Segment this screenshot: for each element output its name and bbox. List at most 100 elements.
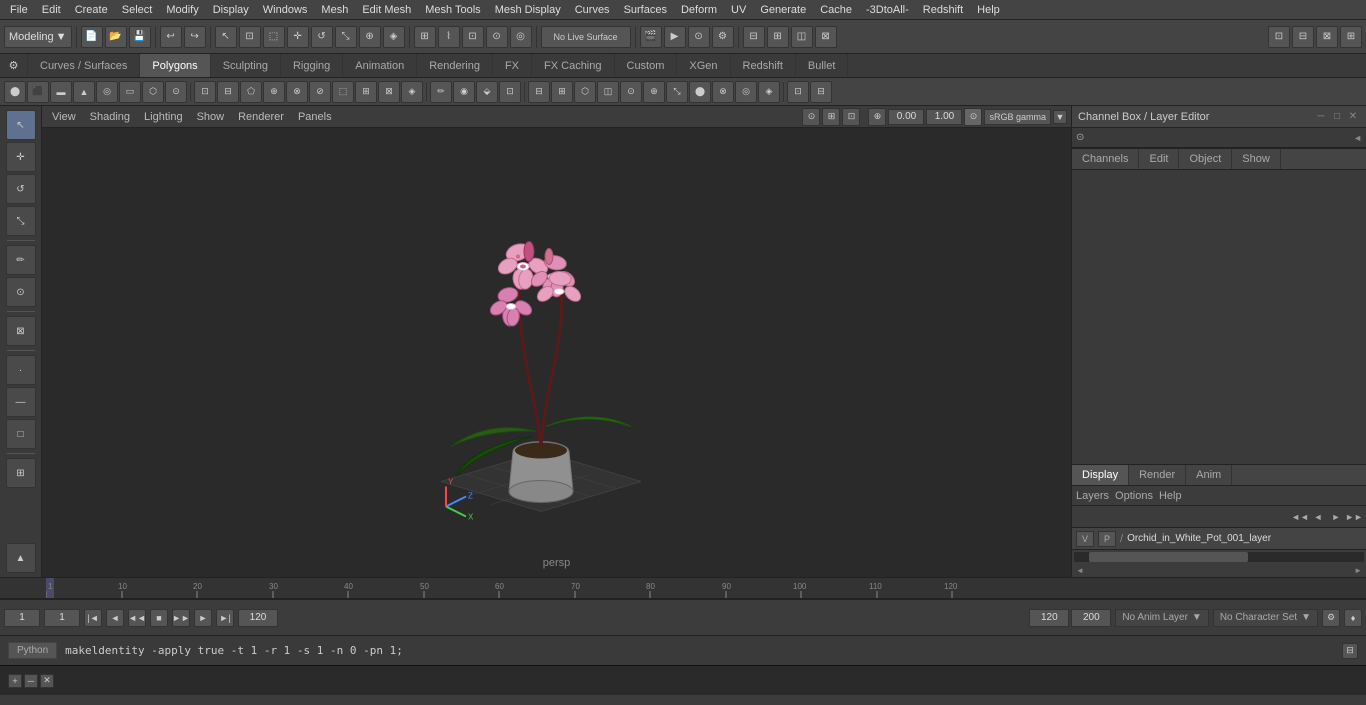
menu-surfaces[interactable]: Surfaces: [618, 3, 673, 17]
wire-btn[interactable]: ◫: [597, 81, 619, 103]
menu-deform[interactable]: Deform: [675, 3, 723, 17]
edge-mode-btn[interactable]: —: [6, 387, 36, 417]
merge-btn[interactable]: ⊕: [263, 81, 285, 103]
face-mode-btn[interactable]: □: [6, 419, 36, 449]
exposure-input[interactable]: [926, 109, 962, 125]
layer-back-btn[interactable]: ◄: [1310, 509, 1326, 525]
tab-curves-surfaces[interactable]: Curves / Surfaces: [28, 54, 140, 77]
display-tab-render[interactable]: Render: [1129, 465, 1186, 485]
snap-tool-btn[interactable]: ⊙: [6, 277, 36, 307]
bridge-btn[interactable]: ⊟: [217, 81, 239, 103]
viewport-canvas[interactable]: Z X Y persp: [42, 128, 1071, 577]
menu-mesh[interactable]: Mesh: [315, 3, 354, 17]
poly-plane-btn[interactable]: ▭: [119, 81, 141, 103]
win-min-btn[interactable]: ─: [24, 674, 38, 688]
menu-select[interactable]: Select: [116, 3, 159, 17]
menu-file[interactable]: File: [4, 3, 34, 17]
combine-btn[interactable]: ◈: [401, 81, 423, 103]
vp-shading-menu[interactable]: Shading: [84, 110, 136, 124]
editor-btn[interactable]: ⊠: [815, 26, 837, 48]
menu-3dtaoll[interactable]: -3DtoAll-: [860, 3, 915, 17]
poly-cone-btn[interactable]: ▲: [73, 81, 95, 103]
poly-cube-btn[interactable]: ⬛: [27, 81, 49, 103]
rotate-mode-btn[interactable]: ↺: [6, 174, 36, 204]
menu-display[interactable]: Display: [207, 3, 255, 17]
menu-modify[interactable]: Modify: [160, 3, 204, 17]
tab-polygons[interactable]: Polygons: [140, 54, 210, 77]
channel-tab-show[interactable]: Show: [1232, 149, 1281, 169]
soft-mod-btn[interactable]: ◈: [383, 26, 405, 48]
poly-sphere-btn[interactable]: ⬤: [4, 81, 26, 103]
poly-special-btn[interactable]: ⬡: [142, 81, 164, 103]
display-tab-anim[interactable]: Anim: [1186, 465, 1232, 485]
tab-fx-caching[interactable]: FX Caching: [532, 54, 614, 77]
frame-start-input[interactable]: [44, 609, 80, 627]
vp-lighting-menu[interactable]: Lighting: [138, 110, 189, 124]
character-btn[interactable]: ♦: [1344, 609, 1362, 627]
menu-curves[interactable]: Curves: [569, 3, 616, 17]
layer-v-btn[interactable]: V: [1076, 531, 1094, 547]
ipr-btn[interactable]: ⊙: [688, 26, 710, 48]
duplicate-face-btn[interactable]: ⬚: [332, 81, 354, 103]
display-tab-display[interactable]: Display: [1072, 465, 1129, 485]
channel-tab-edit[interactable]: Edit: [1139, 149, 1179, 169]
snap-point-btn[interactable]: ⊡: [462, 26, 484, 48]
play-fwd-btn[interactable]: ►►: [172, 609, 190, 627]
tab-xgen[interactable]: XGen: [677, 54, 730, 77]
nonlinear-btn[interactable]: ⤡: [666, 81, 688, 103]
vertex-mode-btn[interactable]: ·: [6, 355, 36, 385]
workspace-btn[interactable]: ◫: [791, 26, 813, 48]
anim-range-input[interactable]: [1029, 609, 1069, 627]
extract-btn[interactable]: ⊞: [355, 81, 377, 103]
menu-create[interactable]: Create: [69, 3, 114, 17]
play-back-btn[interactable]: ◄◄: [128, 609, 146, 627]
paint-select-btn[interactable]: ⬚: [263, 26, 285, 48]
subtab-layers[interactable]: Layers: [1076, 490, 1109, 502]
menu-redshift[interactable]: Redshift: [917, 3, 969, 17]
extrude-btn[interactable]: ⊡: [194, 81, 216, 103]
proximity-btn[interactable]: ◈: [758, 81, 780, 103]
vp-panels-menu[interactable]: Panels: [292, 110, 338, 124]
rotate-tool-btn[interactable]: ↺: [311, 26, 333, 48]
render-seq-btn[interactable]: ▶: [664, 26, 686, 48]
new-file-btn[interactable]: 📄: [81, 26, 103, 48]
menu-edit[interactable]: Edit: [36, 3, 67, 17]
tab-redshift[interactable]: Redshift: [731, 54, 796, 77]
subtab-help[interactable]: Help: [1159, 490, 1182, 502]
save-file-btn[interactable]: 💾: [129, 26, 151, 48]
layout-btn2[interactable]: ⊟: [1292, 26, 1314, 48]
mirror-btn[interactable]: ⊟: [528, 81, 550, 103]
channel-tab-channels[interactable]: Channels: [1072, 149, 1139, 169]
next-keyframe-btn[interactable]: ►|: [216, 609, 234, 627]
render-preview-btn[interactable]: ▲: [6, 543, 36, 573]
python-btn[interactable]: Python: [8, 642, 57, 659]
menu-help[interactable]: Help: [971, 3, 1006, 17]
win-close-btn[interactable]: ✕: [40, 674, 54, 688]
sculpt-btn[interactable]: ◉: [453, 81, 475, 103]
tab-fx[interactable]: FX: [493, 54, 532, 77]
status-copy-btn[interactable]: ⊟: [1342, 643, 1358, 659]
anim-end2-input[interactable]: [1071, 609, 1111, 627]
prev-frame-btn[interactable]: ◄: [106, 609, 124, 627]
menu-windows[interactable]: Windows: [257, 3, 314, 17]
paint-weights-btn[interactable]: ⬙: [476, 81, 498, 103]
vp-camera-btn[interactable]: ⊙: [802, 108, 820, 126]
layout-btn3[interactable]: ⊠: [1316, 26, 1338, 48]
vp-renderer-menu[interactable]: Renderer: [232, 110, 290, 124]
tension-btn[interactable]: ◎: [735, 81, 757, 103]
next-frame-btn[interactable]: ►: [194, 609, 212, 627]
paint-tool-btn[interactable]: ✏: [6, 245, 36, 275]
win-new-btn[interactable]: +: [8, 674, 22, 688]
current-frame-input[interactable]: [4, 609, 40, 627]
gamma-input[interactable]: [888, 109, 924, 125]
prev-keyframe-btn[interactable]: |◄: [84, 609, 102, 627]
color-space-dropdown[interactable]: sRGB gamma: [984, 109, 1051, 125]
open-file-btn[interactable]: 📂: [105, 26, 127, 48]
bevel-btn[interactable]: ⬠: [240, 81, 262, 103]
wrap-btn[interactable]: ⊙: [620, 81, 642, 103]
poly-cylinder-btn[interactable]: ▬: [50, 81, 72, 103]
select-mode-btn[interactable]: ↖: [6, 110, 36, 140]
menu-mesh-display[interactable]: Mesh Display: [489, 3, 567, 17]
jiggle-btn[interactable]: ⬤: [689, 81, 711, 103]
settings-icon[interactable]: ⚙: [0, 54, 28, 77]
